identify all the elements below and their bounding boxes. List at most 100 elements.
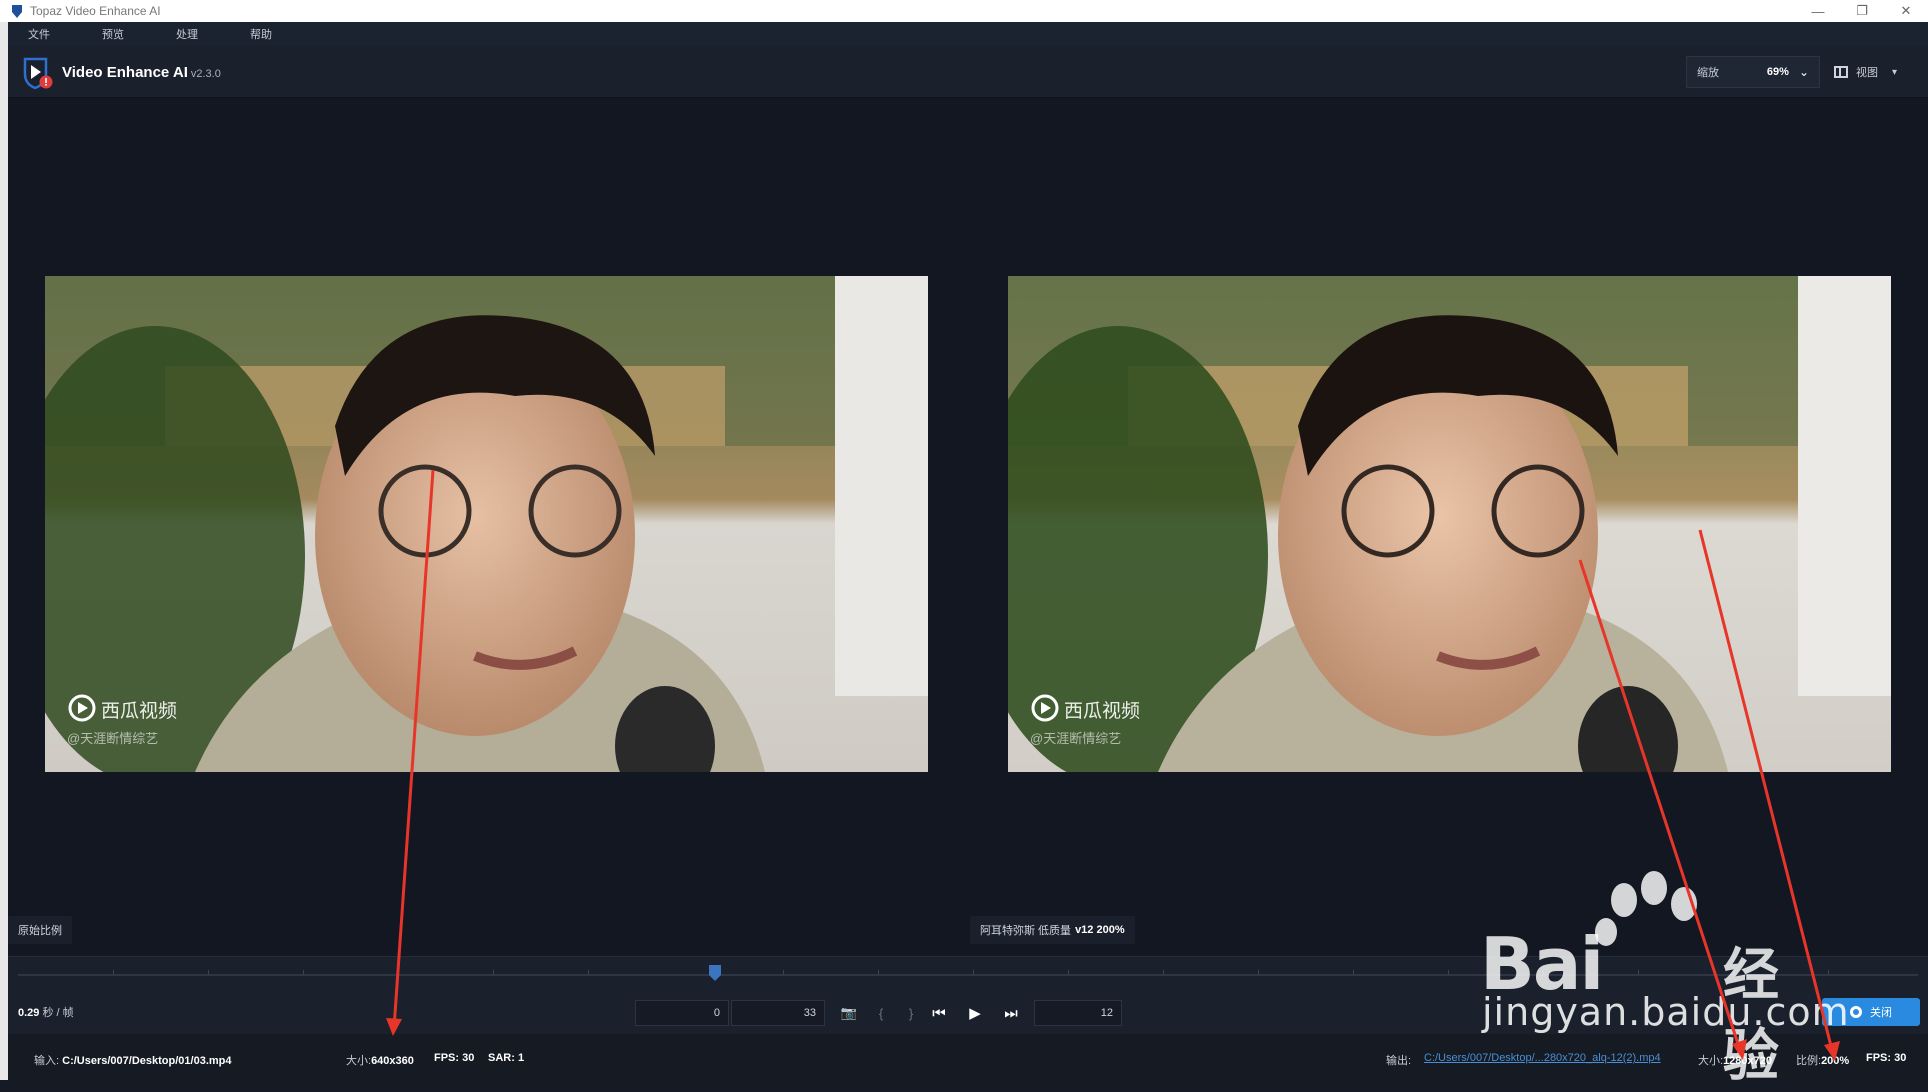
app-name-text: Video Enhance AI (62, 64, 188, 81)
window-edge (0, 22, 8, 1080)
output-path-link[interactable]: C:/Users/007/Desktop/...280x720_alq-12(2… (1424, 1052, 1661, 1064)
play-icon[interactable]: ▶ (964, 1002, 986, 1024)
zoom-label: 缩放 (1697, 67, 1719, 79)
input-path: C:/Users/007/Desktop/01/03.mp4 (62, 1055, 232, 1067)
chevron-down-icon: ⌄ (1798, 65, 1809, 79)
app-logo-icon (23, 57, 53, 90)
xigua-watermark: 西瓜视频 (101, 701, 178, 722)
menu-preview[interactable]: 预览 (76, 26, 150, 42)
end-frame-field[interactable]: 33 (731, 1000, 825, 1026)
output-scale: 比例:200% (1796, 1052, 1849, 1068)
input-fps: FPS: 30 (434, 1052, 474, 1064)
timeline-tick (1638, 970, 1639, 975)
stop-icon (1850, 1006, 1862, 1018)
output-size-label: 大小: (1698, 1055, 1724, 1067)
timeline-tick (1163, 970, 1164, 975)
timeline-tick (493, 970, 494, 975)
xigua-user-watermark: @天涯断情综艺 (67, 731, 159, 746)
menu-help[interactable]: 帮助 (224, 26, 298, 42)
stop-button[interactable]: 关闭 (1822, 998, 1920, 1026)
playhead-marker[interactable] (709, 965, 721, 981)
timeline-tick (588, 970, 589, 975)
timeline-tick (878, 970, 879, 975)
menu-bar: 文件 预览 处理 帮助 (8, 22, 1928, 46)
set-in-point-icon[interactable]: { (870, 1002, 892, 1024)
input-size-label: 大小: (346, 1055, 372, 1067)
camera-icon[interactable]: 📷 (838, 1002, 860, 1024)
input-fps-value: 30 (462, 1052, 475, 1064)
playback-controls: 0.29 秒 / 帧 0 33 📷 { } ⏮ ▶ ⏭ 12 关闭 (8, 988, 1928, 1034)
view-label: 视图 (1856, 67, 1878, 79)
output-label: 输出: (1386, 1055, 1412, 1067)
rate-value: 0.29 (18, 1007, 40, 1019)
menu-file[interactable]: 文件 (8, 26, 76, 42)
preview-area: 西瓜视频 @天涯断情综艺 西瓜视频 @天涯断情综艺 原始比例 阿耳特弥斯 低质量… (8, 98, 1928, 956)
rate-unit: 秒 / 帧 (42, 1007, 74, 1019)
timeline-tick (398, 970, 399, 975)
timeline-tick (303, 970, 304, 975)
output-fps-label: FPS: (1866, 1052, 1892, 1064)
model-name: 阿耳特弥斯 低质量 (980, 925, 1072, 937)
status-bar: 输入: C:/Users/007/Desktop/01/03.mp4 大小:64… (8, 1034, 1928, 1080)
input-sar: SAR: 1 (488, 1052, 524, 1064)
model-scale: v12 200% (1075, 924, 1125, 936)
input-size-value: 640x360 (371, 1055, 414, 1067)
timeline-tick (113, 970, 114, 975)
output-size-value: 1280x720 (1723, 1055, 1773, 1067)
timeline-tick (1353, 970, 1354, 975)
input-fps-label: FPS: (434, 1052, 460, 1064)
stop-label: 关闭 (1870, 1007, 1892, 1019)
output-size: 大小:1280x720 (1698, 1052, 1772, 1068)
xigua-user-watermark: @天涯断情综艺 (1030, 731, 1122, 746)
timeline[interactable] (8, 956, 1928, 988)
set-out-point-icon[interactable]: } (900, 1002, 922, 1024)
original-scale-text: 原始比例 (18, 925, 62, 937)
video-frame-image (45, 276, 928, 772)
restore-button[interactable]: ❐ (1840, 0, 1884, 22)
timeline-tick (1448, 970, 1449, 975)
output-info: 输出: (1386, 1052, 1411, 1068)
model-label: 阿耳特弥斯 低质量 v12 200% (970, 916, 1135, 944)
timeline-tick (208, 970, 209, 975)
output-scale-value: 200% (1821, 1055, 1850, 1067)
timeline-tick (783, 970, 784, 975)
input-label: 输入: (34, 1055, 60, 1067)
xigua-watermark: 西瓜视频 (1064, 701, 1141, 722)
chevron-down-icon: ▾ (1892, 66, 1898, 78)
timeline-tick (1828, 970, 1829, 975)
original-scale-label: 原始比例 (8, 916, 72, 944)
window-titlebar: Topaz Video Enhance AI — ❐ ✕ (0, 0, 1928, 22)
timeline-tick (973, 970, 974, 975)
timeline-tick (1543, 970, 1544, 975)
window-title: Topaz Video Enhance AI (30, 4, 161, 18)
timeline-tick (1068, 970, 1069, 975)
video-frame-image (1008, 276, 1891, 772)
output-scale-label: 比例: (1796, 1055, 1822, 1067)
close-window-button[interactable]: ✕ (1884, 0, 1928, 22)
menu-process[interactable]: 处理 (150, 26, 224, 42)
start-frame-field[interactable]: 0 (635, 1000, 729, 1026)
zoom-dropdown[interactable]: 缩放 69% ⌄ (1686, 56, 1820, 88)
enhanced-video-frame: 西瓜视频 @天涯断情综艺 (1008, 276, 1891, 772)
output-fps: FPS: 30 (1866, 1052, 1906, 1064)
minimize-button[interactable]: — (1796, 0, 1840, 22)
timeline-tick (1258, 970, 1259, 975)
current-frame-field[interactable]: 12 (1034, 1000, 1122, 1026)
zoom-value: 69% (1766, 66, 1789, 78)
app-version: v2.3.0 (190, 68, 221, 80)
app-name: Video Enhance AI v2.3.0 (62, 64, 221, 81)
app-icon (12, 5, 22, 18)
output-fps-value: 30 (1894, 1052, 1907, 1064)
input-sar-label: SAR: (488, 1052, 515, 1064)
next-frame-icon[interactable]: ⏭ (1000, 1002, 1022, 1024)
original-video-frame: 西瓜视频 @天涯断情综艺 (45, 276, 928, 772)
split-view-icon (1834, 66, 1848, 78)
previous-frame-icon[interactable]: ⏮ (928, 1002, 950, 1024)
input-sar-value: 1 (517, 1052, 525, 1064)
view-dropdown[interactable]: 视图 ▾ (1834, 56, 1924, 88)
app-header: Video Enhance AI v2.3.0 缩放 69% ⌄ 视图 ▾ (8, 46, 1928, 98)
input-size: 大小:640x360 (346, 1052, 414, 1068)
render-rate: 0.29 秒 / 帧 (18, 1004, 74, 1020)
timeline-tick (1733, 970, 1734, 975)
input-info: 输入: C:/Users/007/Desktop/01/03.mp4 (34, 1052, 232, 1068)
